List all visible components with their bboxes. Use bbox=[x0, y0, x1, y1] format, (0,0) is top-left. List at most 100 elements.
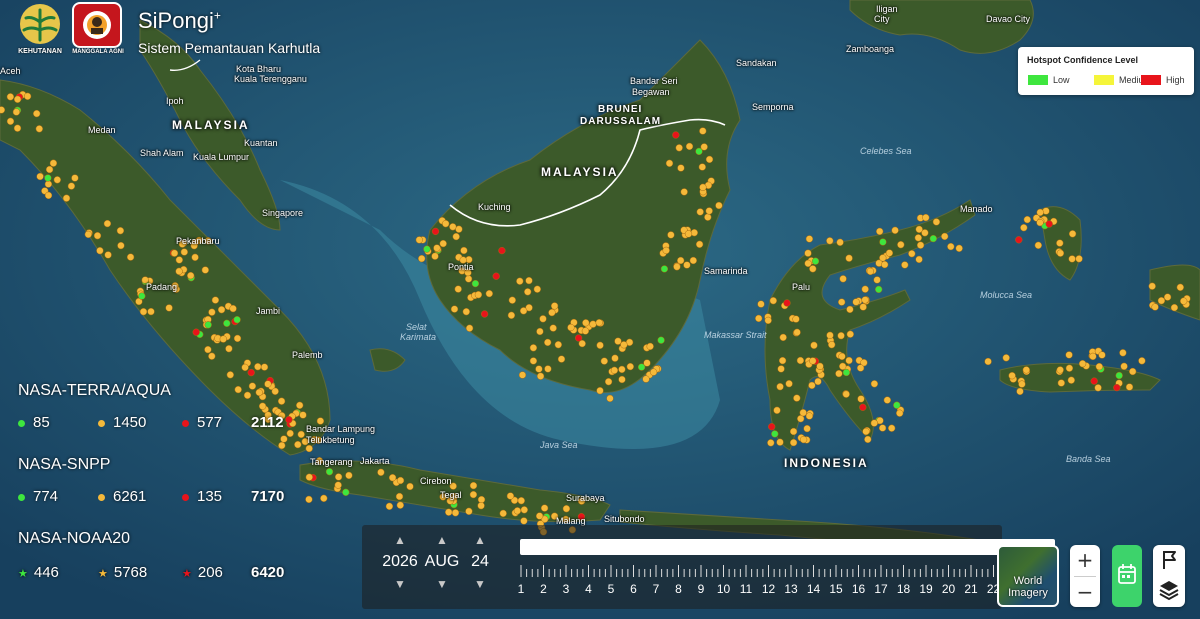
hotspot-marker[interactable] bbox=[1090, 377, 1098, 385]
hotspot-marker[interactable] bbox=[286, 429, 294, 438]
hotspot-marker[interactable] bbox=[1119, 349, 1127, 357]
hotspot-marker[interactable] bbox=[809, 265, 817, 273]
hotspot-marker[interactable] bbox=[471, 279, 480, 288]
hotspot-marker[interactable] bbox=[1075, 255, 1083, 263]
hotspot-marker[interactable] bbox=[12, 108, 21, 116]
hotspot-marker[interactable] bbox=[170, 249, 179, 257]
hotspot-marker[interactable] bbox=[1115, 371, 1123, 380]
hotspot-marker[interactable] bbox=[517, 497, 525, 505]
hotspot-marker[interactable] bbox=[1089, 352, 1097, 361]
hotspot-marker[interactable] bbox=[596, 387, 604, 395]
hotspot-marker[interactable] bbox=[600, 357, 608, 365]
hotspot-marker[interactable] bbox=[896, 409, 904, 417]
timeline-day-label[interactable]: 15 bbox=[829, 582, 843, 596]
hotspot-marker[interactable] bbox=[922, 213, 930, 222]
hotspot-marker[interactable] bbox=[520, 517, 528, 525]
hotspot-marker[interactable] bbox=[698, 163, 706, 171]
hotspot-marker[interactable] bbox=[657, 336, 665, 344]
hotspot-marker[interactable] bbox=[452, 232, 460, 241]
hotspot-marker[interactable] bbox=[45, 165, 54, 174]
hotspot-marker[interactable] bbox=[1170, 303, 1179, 312]
hotspot-marker[interactable] bbox=[1094, 384, 1102, 392]
hotspot-marker[interactable] bbox=[544, 338, 552, 347]
hotspot-marker[interactable] bbox=[225, 345, 233, 353]
hotspot-marker[interactable] bbox=[103, 219, 112, 228]
hotspot-marker[interactable] bbox=[201, 266, 209, 274]
timeline-day-label[interactable]: 20 bbox=[942, 582, 956, 596]
hotspot-marker[interactable] bbox=[450, 305, 459, 313]
timeline-day-label[interactable]: 18 bbox=[897, 582, 911, 596]
hotspot-marker[interactable] bbox=[1157, 297, 1166, 305]
hotspot-marker[interactable] bbox=[539, 315, 547, 323]
hotspot-marker[interactable] bbox=[305, 473, 313, 481]
timeline-slider-bar[interactable] bbox=[520, 539, 1055, 555]
hotspot-marker[interactable] bbox=[941, 232, 949, 241]
hotspot-marker[interactable] bbox=[431, 252, 439, 260]
timeline-day-label[interactable]: 7 bbox=[653, 582, 660, 596]
month-up-icon[interactable]: ▲ bbox=[422, 533, 462, 547]
hotspot-marker[interactable] bbox=[875, 285, 883, 294]
hotspot-marker[interactable] bbox=[0, 106, 6, 114]
hotspot-marker[interactable] bbox=[1034, 241, 1042, 249]
hotspot-marker[interactable] bbox=[626, 362, 634, 371]
hotspot-marker[interactable] bbox=[870, 380, 879, 388]
hotspot-marker[interactable] bbox=[6, 93, 15, 101]
hotspot-marker[interactable] bbox=[885, 249, 894, 257]
hotspot-marker[interactable] bbox=[704, 213, 712, 221]
hotspot-marker[interactable] bbox=[955, 244, 963, 252]
hotspot-marker[interactable] bbox=[699, 127, 707, 135]
hotspot-marker[interactable] bbox=[548, 308, 556, 317]
timeline-day-label[interactable]: 6 bbox=[630, 582, 637, 596]
hotspot-marker[interactable] bbox=[433, 244, 441, 252]
hotspot-marker[interactable] bbox=[876, 227, 884, 236]
month-down-icon[interactable]: ▼ bbox=[422, 577, 462, 591]
hotspot-marker[interactable] bbox=[777, 365, 785, 373]
hotspot-marker[interactable] bbox=[377, 468, 385, 476]
hotspot-marker[interactable] bbox=[247, 368, 255, 377]
hotspot-marker[interactable] bbox=[165, 304, 173, 312]
hotspot-marker[interactable] bbox=[805, 412, 814, 420]
hotspot-marker[interactable] bbox=[799, 409, 807, 417]
hotspot-marker[interactable] bbox=[1078, 360, 1087, 368]
timeline-day-label[interactable]: 16 bbox=[852, 582, 866, 596]
hotspot-marker[interactable] bbox=[439, 239, 447, 248]
hotspot-marker[interactable] bbox=[767, 439, 775, 447]
hotspot-marker[interactable] bbox=[71, 174, 79, 182]
hotspot-marker[interactable] bbox=[36, 172, 44, 181]
hotspot-marker[interactable] bbox=[264, 380, 272, 388]
hotspot-marker[interactable] bbox=[582, 319, 590, 327]
hotspot-marker[interactable] bbox=[861, 296, 869, 304]
hotspot-marker[interactable] bbox=[406, 482, 414, 491]
hotspot-marker[interactable] bbox=[689, 256, 697, 265]
hotspot-marker[interactable] bbox=[477, 495, 486, 504]
hotspot-marker[interactable] bbox=[793, 328, 801, 336]
hotspot-marker[interactable] bbox=[1163, 293, 1172, 301]
hotspot-marker[interactable] bbox=[204, 321, 212, 329]
hotspot-marker[interactable] bbox=[778, 356, 787, 365]
hotspot-marker[interactable] bbox=[680, 188, 688, 196]
hotspot-marker[interactable] bbox=[1151, 303, 1159, 311]
timeline-day-label[interactable]: 21 bbox=[964, 582, 978, 596]
hotspot-marker[interactable] bbox=[243, 391, 252, 399]
hotspot-marker[interactable] bbox=[455, 225, 463, 233]
hotspot-marker[interactable] bbox=[507, 311, 516, 319]
hotspot-marker[interactable] bbox=[878, 424, 887, 432]
hotspot-marker[interactable] bbox=[789, 427, 798, 436]
hotspot-marker[interactable] bbox=[525, 276, 533, 285]
timeline-day-label[interactable]: 8 bbox=[675, 582, 682, 596]
hotspot-marker[interactable] bbox=[562, 505, 571, 513]
hotspot-marker[interactable] bbox=[549, 324, 557, 332]
day-down-icon[interactable]: ▼ bbox=[460, 577, 500, 591]
hotspot-marker[interactable] bbox=[285, 416, 293, 424]
hotspot-marker[interactable] bbox=[418, 254, 426, 263]
hotspot-marker[interactable] bbox=[811, 257, 820, 265]
hotspot-marker[interactable] bbox=[857, 395, 865, 403]
hotspot-marker[interactable] bbox=[845, 254, 853, 262]
hotspot-marker[interactable] bbox=[866, 267, 875, 276]
hotspot-marker[interactable] bbox=[557, 355, 566, 363]
hotspot-marker[interactable] bbox=[464, 275, 473, 283]
layers-icon[interactable] bbox=[1159, 581, 1179, 601]
timeline-day-label[interactable]: 19 bbox=[919, 582, 933, 596]
hotspot-marker[interactable] bbox=[614, 337, 622, 345]
hotspot-marker[interactable] bbox=[498, 246, 506, 255]
